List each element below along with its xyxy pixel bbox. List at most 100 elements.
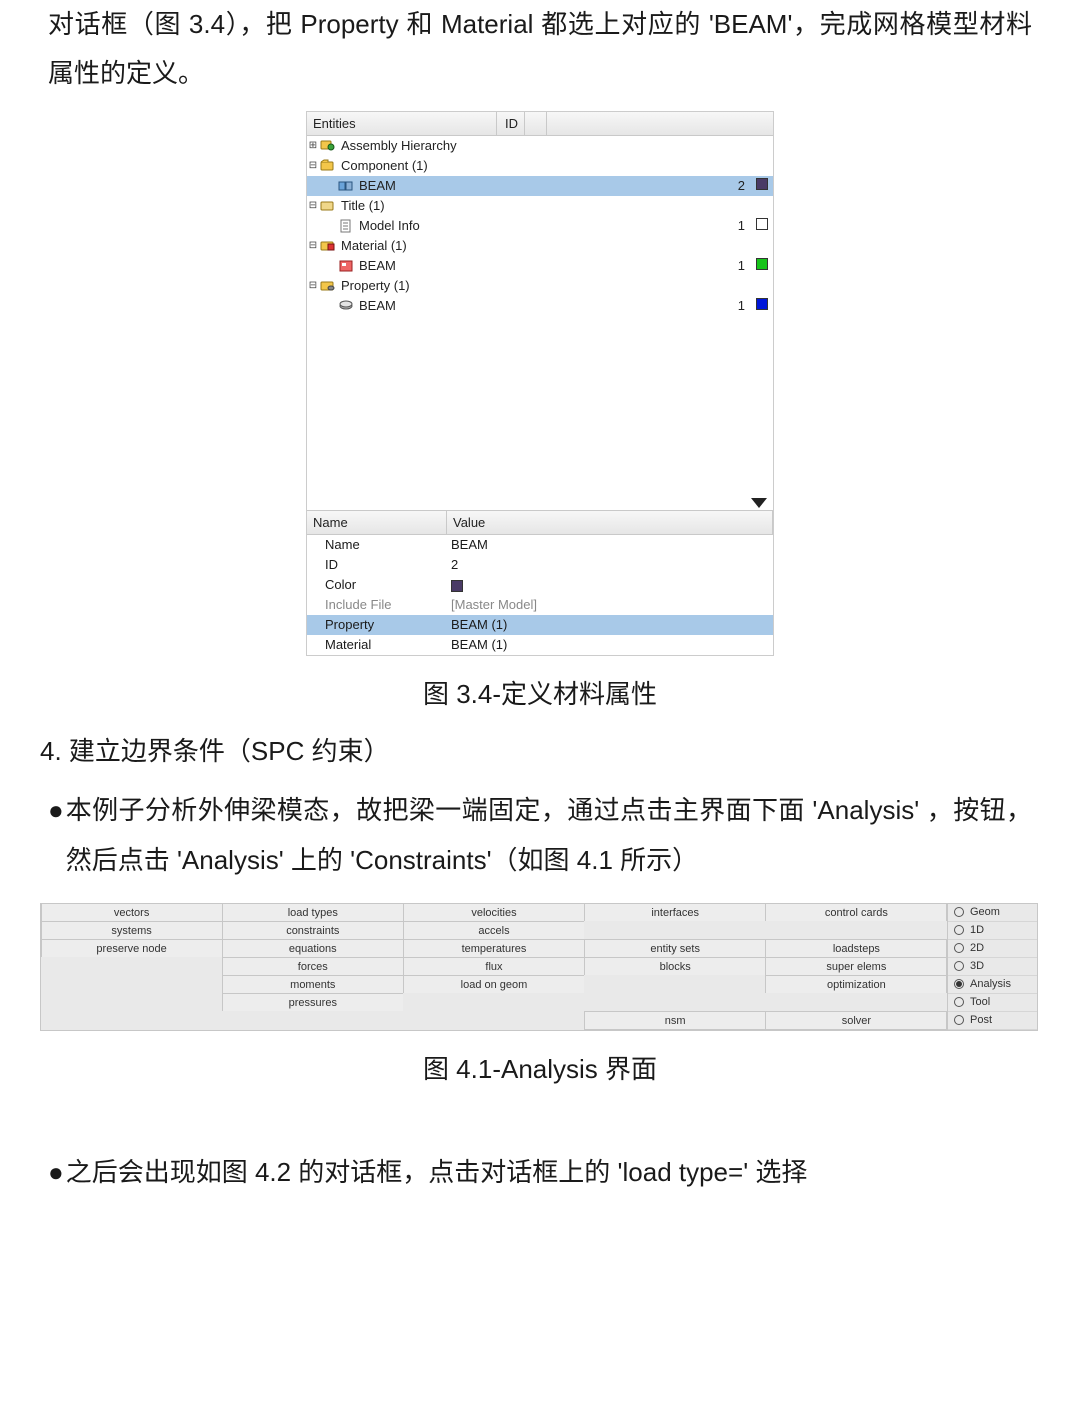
col-value[interactable]: Value (447, 511, 773, 534)
toolbar-empty (584, 921, 766, 940)
tree-row[interactable]: ·BEAM2 (307, 176, 773, 196)
toolbar-control-cards-button[interactable]: control cards (765, 903, 947, 922)
property-value-panel: Name Value NameBEAMID2ColorInclude File[… (307, 510, 773, 655)
tree-row[interactable]: ·BEAM1 (307, 256, 773, 276)
toolbar-constraints-button[interactable]: constraints (222, 921, 404, 940)
toolbar-blocks-button[interactable]: blocks (584, 957, 766, 976)
pv-row[interactable]: PropertyBEAM (1) (307, 615, 773, 635)
pv-row[interactable]: ID2 (307, 555, 773, 575)
toolbar-temperatures-button[interactable]: temperatures (403, 939, 585, 958)
radio-label: Tool (970, 996, 990, 1008)
collapse-icon[interactable]: ⊟ (307, 200, 319, 211)
tree-row-id: 1 (723, 298, 751, 313)
radio-icon (954, 979, 964, 989)
toolbar-loadsteps-button[interactable]: loadsteps (765, 939, 947, 958)
pv-name: ID (307, 557, 447, 572)
tree-row[interactable]: ·Model Info1 (307, 216, 773, 236)
bullet-1-text: 本例子分析外伸梁模态，故把梁一端固定，通过点击主界面下面 'Analysis' … (66, 786, 1032, 885)
mode-radio-tool[interactable]: Tool (948, 994, 1037, 1012)
expand-icon[interactable]: ⊞ (307, 140, 319, 151)
tree-row-swatch (751, 178, 773, 193)
mode-radio-2d[interactable]: 2D (948, 940, 1037, 958)
assembly-icon (319, 137, 337, 155)
tree-row-label: Material (1) (339, 238, 723, 253)
toolbar-load-types-button[interactable]: load types (222, 903, 404, 922)
scroll-down-icon[interactable] (751, 498, 767, 508)
tree-row-swatch (751, 258, 773, 273)
tree-row[interactable]: ⊟Title (1) (307, 196, 773, 216)
tree-row[interactable]: ·BEAM1 (307, 296, 773, 316)
toolbar-empty (765, 993, 947, 1012)
pv-value: BEAM (447, 537, 773, 552)
collapse-icon[interactable]: ⊟ (307, 280, 319, 291)
tree-row-label: Property (1) (339, 278, 723, 293)
comp-icon (337, 177, 355, 195)
tree-row-id: 1 (723, 218, 751, 233)
entities-tree[interactable]: ⊞Assembly Hierarchy⊟Component (1)·BEAM2⊟… (307, 136, 773, 510)
pv-row[interactable]: Color (307, 575, 773, 595)
pv-row[interactable]: MaterialBEAM (1) (307, 635, 773, 655)
pv-value: [Master Model] (447, 597, 773, 612)
radio-icon (954, 961, 964, 971)
radio-label: 1D (970, 924, 984, 936)
toolbar-equations-button[interactable]: equations (222, 939, 404, 958)
pv-row[interactable]: Include File[Master Model] (307, 595, 773, 615)
tree-row-label: BEAM (357, 298, 723, 313)
pv-header: Name Value (307, 511, 773, 535)
radio-icon (954, 925, 964, 935)
analysis-toolbar: vectorsload typesvelocitiesinterfacescon… (40, 903, 1038, 1031)
collapse-icon[interactable]: ⊟ (307, 240, 319, 251)
toolbar-empty (584, 993, 766, 1012)
tree-row-label: BEAM (357, 178, 723, 193)
col-name[interactable]: Name (307, 511, 447, 534)
tree-row-swatch (751, 218, 773, 233)
toolbar-solver-button[interactable]: solver (765, 1011, 947, 1030)
toolbar-grid: vectorsload typesvelocitiesinterfacescon… (41, 904, 947, 1030)
toolbar-optimization-button[interactable]: optimization (765, 975, 947, 994)
collapse-icon[interactable]: ⊟ (307, 160, 319, 171)
mode-radio-post[interactable]: Post (948, 1012, 1037, 1030)
toolbar-moments-button[interactable]: moments (222, 975, 404, 994)
comp-folder-icon (319, 157, 337, 175)
mode-radio-3d[interactable]: 3D (948, 958, 1037, 976)
radio-icon (954, 943, 964, 953)
toolbar-empty (41, 1011, 223, 1030)
radio-label: Geom (970, 906, 1000, 918)
title-folder-icon (319, 197, 337, 215)
mode-radio-geom[interactable]: Geom (948, 904, 1037, 922)
bullet-2-text: 之后会出现如图 4.2 的对话框，点击对话框上的 'load type=' 选择 (66, 1148, 1032, 1197)
pv-name: Name (307, 537, 447, 552)
col-color[interactable] (525, 112, 547, 135)
tree-row-label: BEAM (357, 258, 723, 273)
toolbar-empty (403, 1011, 585, 1030)
radio-icon (954, 907, 964, 917)
pv-body[interactable]: NameBEAMID2ColorInclude File[Master Mode… (307, 535, 773, 655)
toolbar-velocities-button[interactable]: velocities (403, 903, 585, 922)
pv-value: 2 (447, 557, 773, 572)
toolbar-interfaces-button[interactable]: interfaces (584, 903, 766, 922)
mode-radio-1d[interactable]: 1D (948, 922, 1037, 940)
tree-row-label: Model Info (357, 218, 723, 233)
toolbar-accels-button[interactable]: accels (403, 921, 585, 940)
toolbar-vectors-button[interactable]: vectors (41, 903, 223, 922)
tree-row[interactable]: ⊟Component (1) (307, 156, 773, 176)
tree-row[interactable]: ⊟ Material (1) (307, 236, 773, 256)
toolbar-load-on-geom-button[interactable]: load on geom (403, 975, 585, 994)
toolbar-super-elems-button[interactable]: super elems (765, 957, 947, 976)
col-id[interactable]: ID (497, 112, 525, 135)
toolbar-forces-button[interactable]: forces (222, 957, 404, 976)
toolbar-systems-button[interactable]: systems (41, 921, 223, 940)
toolbar-entity-sets-button[interactable]: entity sets (584, 939, 766, 958)
toolbar-nsm-button[interactable]: nsm (584, 1011, 766, 1030)
pv-name: Color (307, 577, 447, 592)
mode-radio-analysis[interactable]: Analysis (948, 976, 1037, 994)
toolbar-empty (41, 957, 223, 976)
tree-row[interactable]: ⊞Assembly Hierarchy (307, 136, 773, 156)
tree-row[interactable]: ⊟ Property (1) (307, 276, 773, 296)
toolbar-flux-button[interactable]: flux (403, 957, 585, 976)
pv-row[interactable]: NameBEAM (307, 535, 773, 555)
radio-label: 3D (970, 960, 984, 972)
toolbar-pressures-button[interactable]: pressures (222, 993, 404, 1012)
toolbar-preserve-node-button[interactable]: preserve node (41, 939, 223, 958)
col-entities[interactable]: Entities (307, 112, 497, 135)
